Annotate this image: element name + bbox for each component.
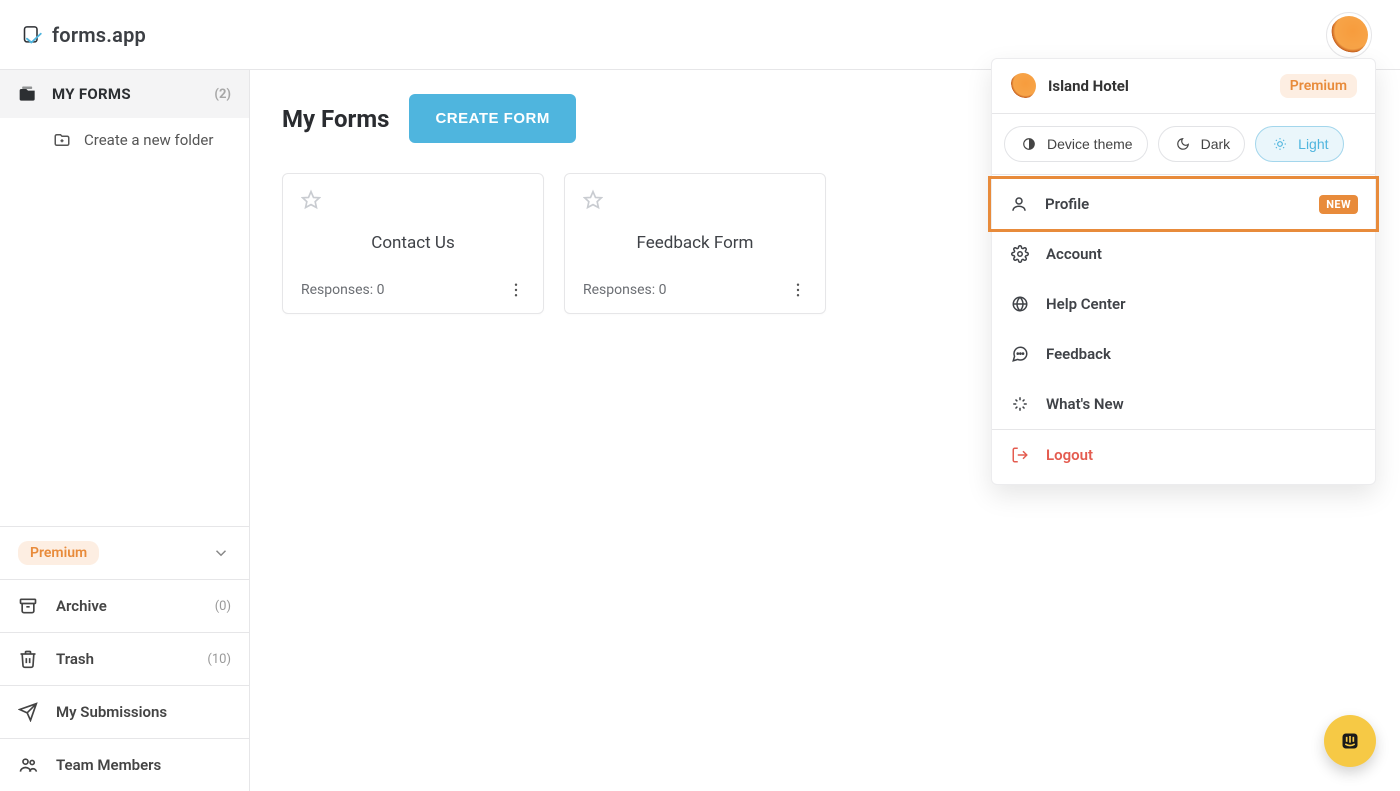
sidebar-item-count: (2) <box>214 87 231 102</box>
avatar-image <box>1330 16 1368 54</box>
menu-item-label: Profile <box>1045 195 1089 213</box>
menu-item-label: Feedback <box>1046 345 1111 363</box>
form-card[interactable]: Contact Us Responses: 0 <box>282 173 544 314</box>
theme-label: Dark <box>1201 136 1231 152</box>
new-badge: NEW <box>1319 195 1358 214</box>
user-menu-list: Profile NEW Account Help Center Feedback <box>992 175 1375 484</box>
sidebar-item-archive[interactable]: Archive (0) <box>0 579 249 632</box>
logout-icon <box>1010 445 1030 465</box>
folder-plus-icon <box>52 130 72 150</box>
theme-label: Device theme <box>1047 136 1133 152</box>
page-title: My Forms <box>282 105 389 133</box>
theme-label: Light <box>1298 136 1328 152</box>
sidebar: MY FORMS (2) Create a new folder Premium <box>0 70 250 791</box>
menu-item-logout[interactable]: Logout <box>992 430 1375 480</box>
sidebar-item-team-members[interactable]: Team Members <box>0 738 249 791</box>
sidebar-item-label: Create a new folder <box>84 131 213 149</box>
form-card-responses: Responses: 0 <box>583 282 666 298</box>
brand[interactable]: forms.app <box>22 23 146 47</box>
menu-item-label: Help Center <box>1046 295 1126 313</box>
archive-icon <box>18 596 38 616</box>
sidebar-premium[interactable]: Premium <box>0 526 249 579</box>
user-icon <box>1009 194 1029 214</box>
sidebar-item-label: MY FORMS <box>52 85 131 103</box>
theme-dark-button[interactable]: Dark <box>1158 126 1246 162</box>
menu-item-help-center[interactable]: Help Center <box>992 279 1375 329</box>
menu-item-profile[interactable]: Profile NEW <box>991 179 1376 229</box>
user-menu-popover: Island Hotel Premium Device theme Dark L… <box>991 58 1376 485</box>
sidebar-item-label: Team Members <box>56 756 161 774</box>
paper-plane-icon <box>18 702 38 722</box>
sidebar-item-label: Archive <box>56 597 107 615</box>
sun-icon <box>1270 134 1290 154</box>
form-card-title: Feedback Form <box>583 233 807 253</box>
menu-item-label: What's New <box>1046 395 1124 413</box>
trash-icon <box>18 649 38 669</box>
star-outline-icon[interactable] <box>583 190 603 210</box>
sidebar-item-label: Trash <box>56 650 94 668</box>
folder-stack-icon <box>18 84 38 104</box>
sidebar-item-label: My Submissions <box>56 703 167 721</box>
create-form-button[interactable]: CREATE FORM <box>409 94 575 143</box>
sidebar-create-folder[interactable]: Create a new folder <box>0 118 249 162</box>
brand-name: forms.app <box>52 23 146 47</box>
gear-icon <box>1010 244 1030 264</box>
more-menu-button[interactable] <box>789 281 807 299</box>
theme-device-button[interactable]: Device theme <box>1004 126 1148 162</box>
star-outline-icon[interactable] <box>301 190 321 210</box>
theme-light-button[interactable]: Light <box>1255 126 1343 162</box>
menu-item-whats-new[interactable]: What's New <box>992 379 1375 429</box>
user-menu-header: Island Hotel Premium <box>992 59 1375 114</box>
menu-item-label: Account <box>1046 245 1102 263</box>
sidebar-item-count: (0) <box>215 599 231 614</box>
chat-icon <box>1010 344 1030 364</box>
globe-icon <box>1010 294 1030 314</box>
menu-item-feedback[interactable]: Feedback <box>992 329 1375 379</box>
moon-icon <box>1173 134 1193 154</box>
users-icon <box>18 755 38 775</box>
sidebar-item-my-submissions[interactable]: My Submissions <box>0 685 249 738</box>
menu-item-account[interactable]: Account <box>992 229 1375 279</box>
sidebar-item-my-forms[interactable]: MY FORMS (2) <box>0 70 249 118</box>
intercom-icon <box>1340 731 1360 751</box>
sidebar-item-trash[interactable]: Trash (10) <box>0 632 249 685</box>
user-name: Island Hotel <box>1048 77 1129 95</box>
sidebar-item-count: (10) <box>207 652 231 667</box>
avatar-button[interactable] <box>1326 12 1372 58</box>
theme-selector: Device theme Dark Light <box>992 114 1375 175</box>
more-menu-button[interactable] <box>507 281 525 299</box>
sparkle-icon <box>1010 394 1030 414</box>
premium-badge: Premium <box>1280 74 1357 98</box>
app-logo-icon <box>22 25 42 45</box>
form-card[interactable]: Feedback Form Responses: 0 <box>564 173 826 314</box>
premium-pill: Premium <box>18 541 99 565</box>
form-card-responses: Responses: 0 <box>301 282 384 298</box>
chevron-down-icon <box>211 543 231 563</box>
contrast-icon <box>1019 134 1039 154</box>
chat-fab[interactable] <box>1324 715 1376 767</box>
menu-item-label: Logout <box>1046 446 1093 464</box>
form-card-title: Contact Us <box>301 233 525 253</box>
avatar-image <box>1010 73 1036 99</box>
